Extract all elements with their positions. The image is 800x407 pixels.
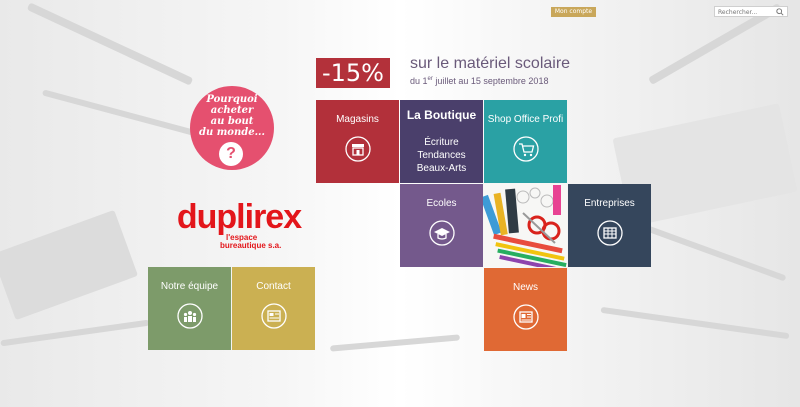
- bubble-line: Pourquoi: [206, 94, 258, 105]
- logo-wordmark: duplirex: [176, 198, 302, 236]
- bubble-line: au bout: [210, 116, 254, 127]
- logo-tagline-2: bureautique s.a.: [220, 241, 282, 250]
- promo-title: sur le matériel scolaire: [410, 55, 571, 72]
- account-button[interactable]: Mon compte: [551, 7, 596, 17]
- search-icon[interactable]: [776, 8, 784, 16]
- search-input[interactable]: [718, 8, 778, 17]
- tile-label: Shop Office Profi: [487, 114, 564, 125]
- tile-magasins[interactable]: Magasins: [316, 100, 399, 183]
- duplirex-logo[interactable]: duplirex l'espace bureautique s.a.: [168, 200, 310, 250]
- store-icon: [344, 136, 371, 162]
- tile-entreprises[interactable]: Entreprises: [568, 184, 651, 267]
- tile-label: News: [512, 282, 538, 293]
- boutique-link-beaux-arts[interactable]: Beaux-Arts: [400, 162, 483, 175]
- cart-icon: [512, 136, 539, 162]
- tile-label: Ecoles: [426, 198, 457, 209]
- boutique-link-ecriture[interactable]: Écriture: [400, 136, 483, 149]
- tile-ecoles[interactable]: Ecoles: [400, 184, 483, 267]
- newspaper-icon: [512, 304, 539, 330]
- bubble-line: acheter: [210, 105, 254, 116]
- tile-title: La Boutique: [406, 108, 477, 122]
- tile-label: Notre équipe: [160, 281, 219, 292]
- school-supplies-photo: [483, 183, 567, 267]
- boutique-link-tendances[interactable]: Tendances: [400, 149, 483, 162]
- tile-label: Contact: [256, 281, 291, 292]
- question-mark-icon: ?: [219, 142, 243, 166]
- tile-shop-office-profi[interactable]: Shop Office Profi: [484, 100, 567, 183]
- team-icon: [176, 303, 203, 329]
- promo-discount-badge: -15%: [316, 58, 390, 88]
- tile-contact[interactable]: Contact: [232, 267, 315, 350]
- tile-label: Magasins: [336, 114, 379, 125]
- promo-dates: du 1er juillet au 15 septembre 2018: [410, 76, 549, 86]
- why-buy-far-bubble[interactable]: Pourquoi acheter au bout du monde... ?: [190, 86, 274, 170]
- graduation-cap-icon: [428, 220, 455, 246]
- search-box[interactable]: [714, 6, 788, 17]
- bubble-line: du monde...: [198, 127, 266, 138]
- tile-la-boutique[interactable]: La Boutique Écriture Tendances Beaux-Art…: [400, 100, 483, 183]
- tile-label: Entreprises: [584, 198, 635, 209]
- tile-notre-equipe[interactable]: Notre équipe: [148, 267, 231, 350]
- building-icon: [596, 220, 623, 246]
- contact-card-icon: [260, 303, 287, 329]
- tile-news[interactable]: News: [484, 268, 567, 351]
